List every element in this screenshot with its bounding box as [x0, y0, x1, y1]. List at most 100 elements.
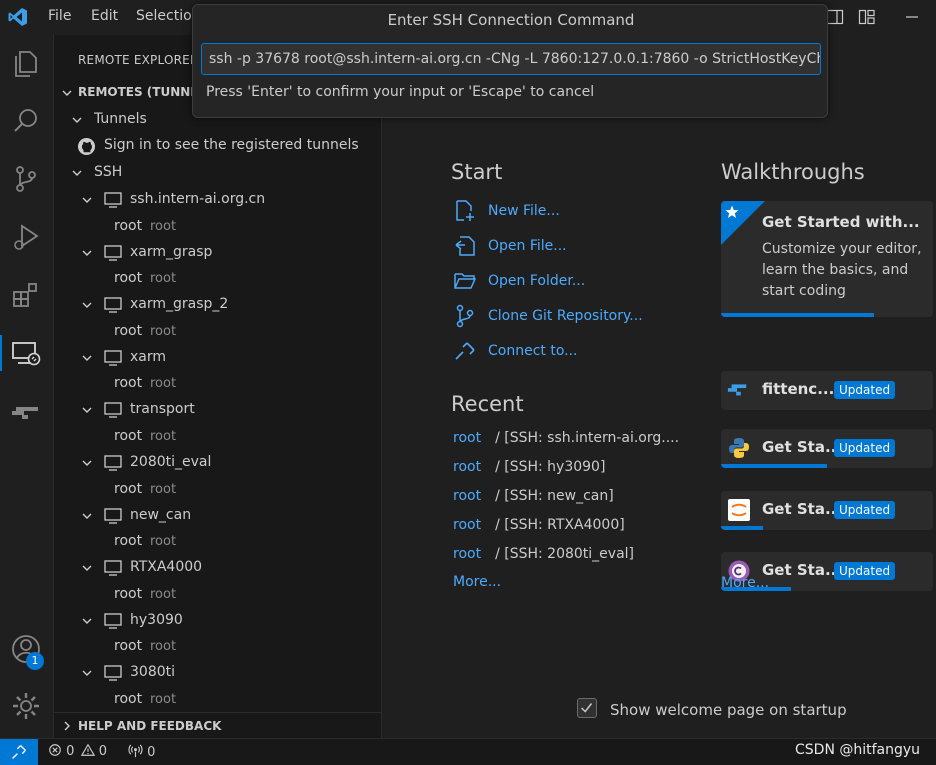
recent-path: / [SSH: hy3090] — [495, 459, 606, 475]
recent-item[interactable]: root / [SSH: new_can] — [453, 488, 614, 504]
ssh-host-name: xarm_grasp_2 — [130, 296, 229, 312]
recent-name[interactable]: root — [453, 459, 481, 475]
featured-desc: Customize your editor, learn the basics,… — [762, 241, 922, 299]
ssh-folder-item[interactable]: root root — [54, 634, 382, 660]
monitor-icon — [104, 245, 122, 261]
ssh-host-item[interactable]: ssh.intern-ai.org.cn — [54, 187, 382, 213]
monitor-icon — [104, 665, 122, 681]
remote-explorer-icon[interactable] — [10, 337, 42, 369]
fitten-code-icon — [727, 384, 747, 396]
csdn-watermark: CSDN @hitfangyu — [795, 742, 921, 758]
recent-more-link[interactable]: More... — [453, 574, 501, 590]
ssh-folder-item[interactable]: root root — [54, 371, 382, 397]
show-on-startup-checkbox[interactable] — [577, 698, 597, 718]
ssh-folder-item[interactable]: root root — [54, 582, 382, 608]
ssh-group[interactable]: SSH — [54, 160, 382, 186]
ssh-host-item[interactable]: RTXA4000 — [54, 555, 382, 581]
walkthroughs-more-link[interactable]: More... — [721, 575, 769, 591]
python-icon — [729, 438, 749, 458]
recent-item[interactable]: root / [SSH: 2080ti_eval] — [453, 546, 634, 562]
customize-layout-icon[interactable] — [858, 8, 876, 26]
ssh-command-input[interactable]: ssh -p 37678 root@ssh.intern-ai.org.cn -… — [201, 43, 821, 75]
ssh-folder-item[interactable]: root root — [54, 477, 382, 503]
ssh-folder-item[interactable]: root root — [54, 266, 382, 292]
menu-selection[interactable]: Selectio — [136, 8, 192, 24]
walkthrough-card[interactable]: fittenc... Updated — [721, 371, 933, 410]
ssh-host-name: 3080ti — [130, 664, 176, 680]
ssh-host-item[interactable]: transport — [54, 397, 382, 423]
monitor-icon — [104, 613, 122, 629]
walkthrough-card[interactable]: Get Sta... Updated — [721, 491, 933, 530]
recent-name[interactable]: root — [453, 546, 481, 562]
monitor-icon — [104, 350, 122, 366]
remote-indicator[interactable] — [0, 739, 38, 765]
monitor-icon — [104, 192, 122, 208]
menu-file[interactable]: File — [48, 8, 71, 24]
recent-item[interactable]: root / [SSH: RTXA4000] — [453, 517, 625, 533]
remote-icon — [12, 745, 26, 759]
vscode-logo-icon — [8, 7, 28, 27]
run-and-debug-icon[interactable] — [10, 221, 42, 253]
ports-indicator[interactable]: 0 — [128, 743, 155, 760]
remote-explorer-sidebar: REMOTE EXPLORER REMOTES (TUNNE Tunnels S… — [54, 35, 382, 738]
chevron-down-icon — [82, 407, 92, 413]
help-feedback-header[interactable]: HELP AND FEEDBACK — [54, 712, 382, 738]
recent-item[interactable]: root / [SSH: hy3090] — [453, 459, 605, 475]
chevron-down-icon — [62, 90, 72, 96]
tunnels-signin-item[interactable]: Sign in to see the registered tunnels — [54, 133, 382, 159]
walkthrough-progress — [721, 464, 827, 468]
folder-hint: root — [150, 534, 177, 549]
recent-item[interactable]: root / [SSH: ssh.intern-ai.org.... — [453, 430, 679, 446]
chevron-down-icon — [82, 355, 92, 361]
ssh-folder-item[interactable]: root root — [54, 687, 382, 713]
walkthrough-title: Get Sta... — [762, 561, 843, 579]
folder-label: root — [114, 533, 143, 549]
ssh-host-item[interactable]: 2080ti_eval — [54, 450, 382, 476]
explorer-icon[interactable] — [10, 47, 42, 79]
folder-label: root — [114, 323, 143, 339]
recent-name[interactable]: root — [453, 430, 481, 446]
github-icon — [77, 137, 96, 156]
chevron-down-icon — [82, 197, 92, 203]
problems-indicator[interactable]: 0 0 — [48, 743, 107, 761]
folder-hint: root — [150, 429, 177, 444]
ssh-host-item[interactable]: xarm — [54, 345, 382, 371]
ssh-host-item[interactable]: new_can — [54, 503, 382, 529]
updated-badge: Updated — [834, 562, 896, 580]
folder-hint: root — [150, 639, 177, 654]
fitten-code-icon[interactable] — [10, 395, 42, 427]
menu-edit[interactable]: Edit — [91, 8, 118, 24]
recent-name[interactable]: root — [453, 488, 481, 504]
source-control-icon[interactable] — [10, 163, 42, 195]
folder-label: root — [114, 270, 143, 286]
recent-path: / [SSH: new_can] — [495, 488, 614, 504]
folder-label: root — [114, 586, 143, 602]
ssh-host-item[interactable]: xarm_grasp_2 — [54, 292, 382, 318]
ssh-host-item[interactable]: xarm_grasp — [54, 240, 382, 266]
search-icon[interactable] — [10, 105, 42, 137]
extensions-icon[interactable] — [10, 279, 42, 311]
walkthrough-title: fittenc... — [762, 380, 835, 398]
folder-label: root — [114, 481, 143, 497]
chevron-right-icon — [64, 721, 70, 731]
error-icon — [49, 744, 61, 756]
ssh-folder-item[interactable]: root root — [54, 214, 382, 240]
ssh-folder-item[interactable]: root root — [54, 424, 382, 450]
folder-hint: root — [150, 376, 177, 391]
recent-path: / [SSH: 2080ti_eval] — [495, 546, 635, 562]
folder-label: root — [114, 375, 143, 391]
minimize-icon[interactable] — [903, 8, 921, 26]
walkthrough-card[interactable]: Get Sta... Updated — [721, 429, 933, 468]
featured-walkthrough-card[interactable]: Get Started with... Customize your edito… — [721, 201, 933, 317]
quick-input-title: Enter SSH Connection Command — [387, 11, 635, 29]
warning-icon — [80, 743, 95, 756]
ssh-folder-item[interactable]: root root — [54, 319, 382, 345]
ssh-host-item[interactable]: hy3090 — [54, 608, 382, 634]
folder-hint: root — [150, 692, 177, 707]
gear-icon[interactable] — [10, 690, 42, 722]
ssh-folder-item[interactable]: root root — [54, 529, 382, 555]
recent-name[interactable]: root — [453, 517, 481, 533]
ssh-host-item[interactable]: 3080ti — [54, 660, 382, 686]
ssh-host-name: hy3090 — [130, 612, 183, 628]
new-file-icon — [456, 200, 474, 221]
